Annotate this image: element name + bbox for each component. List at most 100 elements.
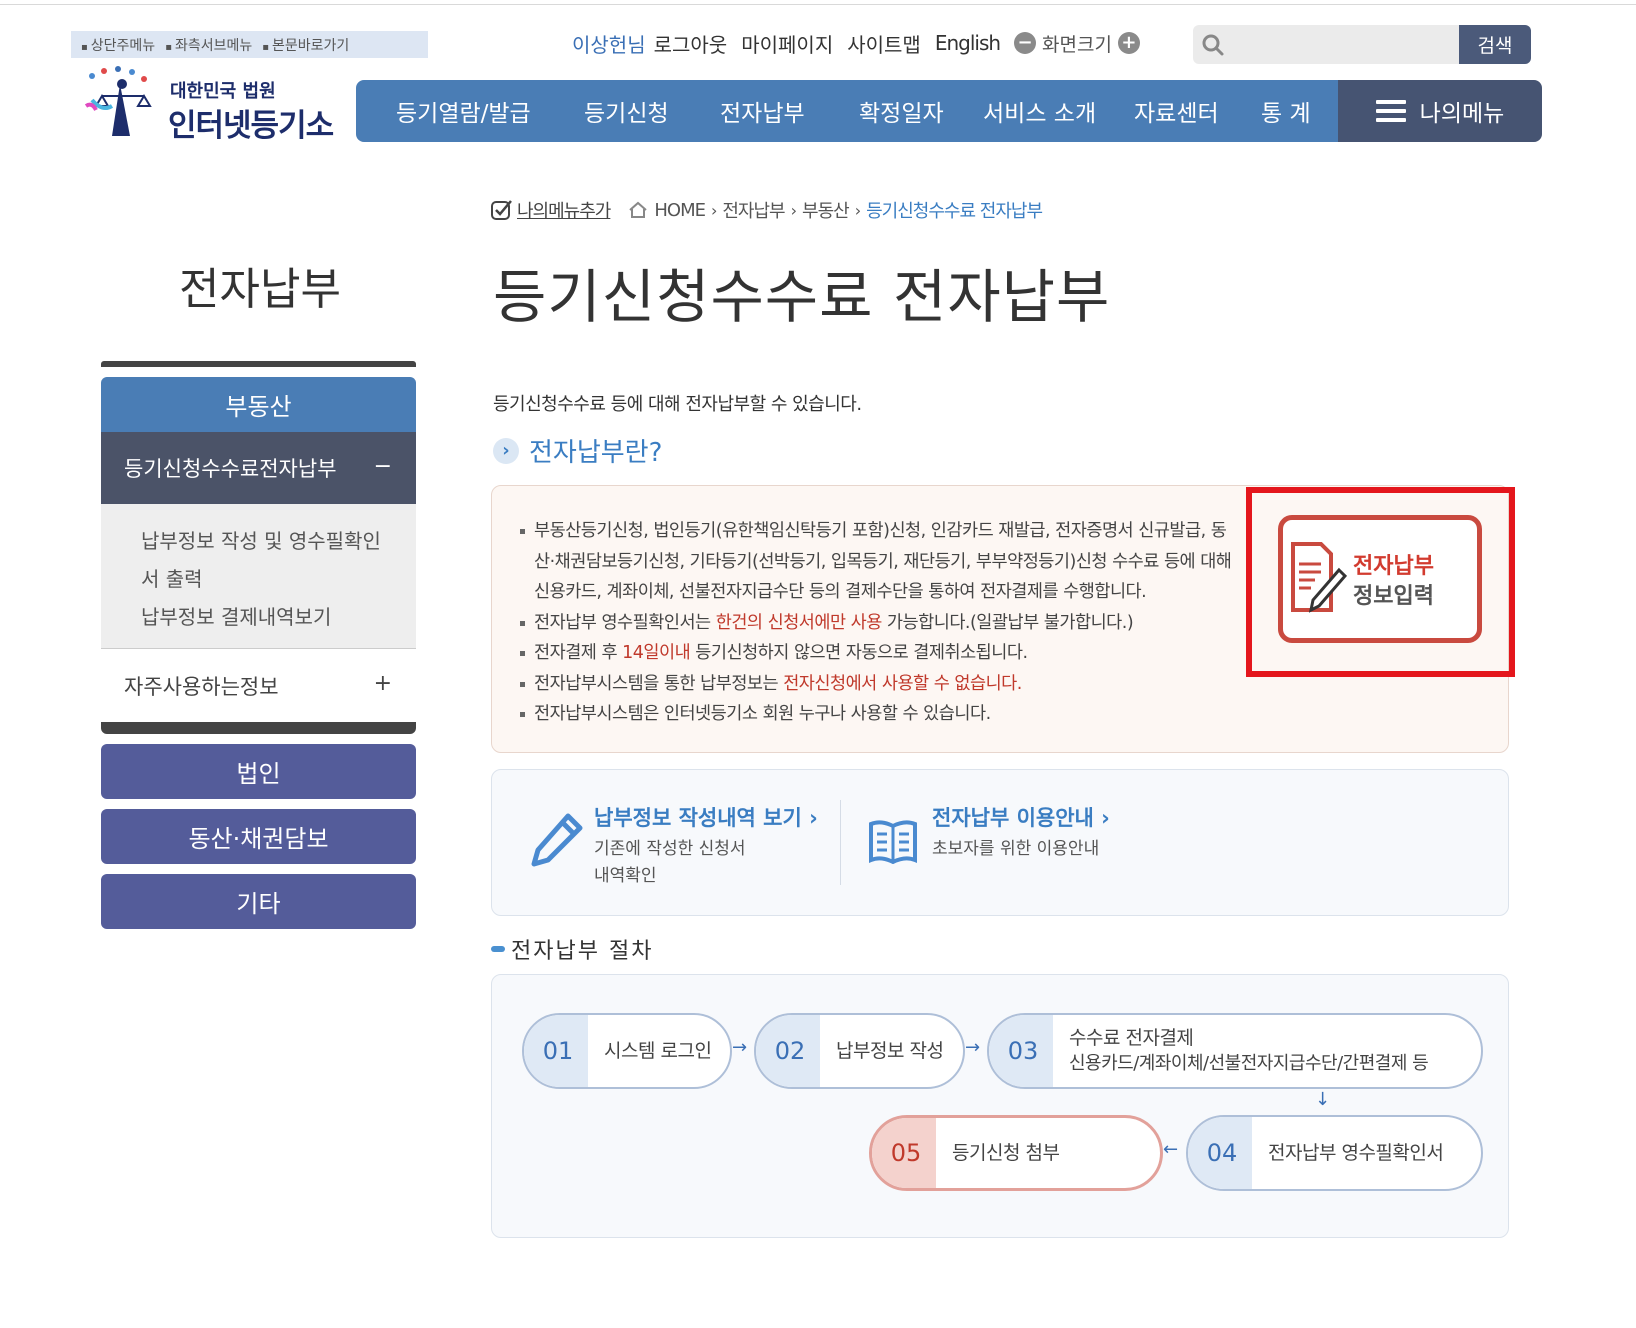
heading-bar [491,946,505,952]
step-number: 03 [989,1015,1053,1087]
skip-link-side-menu[interactable]: 좌측서브메뉴 [165,35,252,55]
zoom-out-icon[interactable]: − [1014,32,1037,54]
info-item: 전자납부시스템을 통한 납부정보는 전자신청에서 사용할 수 없습니다. [518,669,1238,700]
sidebar: 부동산 등기신청수수료전자납부 − 납부정보 작성 및 영수필확인서 출력 납부… [101,361,416,929]
gnb-item-view-issue[interactable]: 등기열람/발급 [396,94,531,128]
site-logo[interactable]: 대한민국 법원 인터넷등기소 [82,66,342,146]
chevron-right-icon: › [854,200,861,220]
link-usage-guide[interactable]: 전자납부 이용안내 › 초보자를 위한 이용안내 [932,802,1110,863]
step-label: 시스템 로그인 [604,1040,712,1062]
home-icon [629,201,648,218]
arrow-left-icon: ← [1163,1139,1179,1160]
skip-navigation: 상단주메뉴 좌측서브메뉴 본문바로가기 [71,31,428,58]
process-heading: 전자납부 절차 [491,933,653,965]
info-item: 전자결제 후 14일이내 등기신청하지 않으면 자동으로 결제취소됩니다. [518,638,1238,669]
gnb-item-data-center[interactable]: 자료센터 [1134,94,1219,128]
sitemap-link[interactable]: 사이트맵 [847,29,921,58]
chevron-right-icon: › [710,200,717,220]
sidebar-submenu: 납부정보 작성 및 영수필확인서 출력 납부정보 결제내역보기 [101,504,416,648]
gnb-item-service[interactable]: 서비스 소개 [983,94,1096,128]
submenu-item-payment-history[interactable]: 납부정보 결제내역보기 [141,598,416,636]
logo-title: 인터넷등기소 [168,108,334,144]
arrow-down-icon: ↓ [1315,1089,1331,1110]
info-list: 부동산등기신청, 법인등기(유한책임신탁등기 포함)신청, 인감카드 재발급, … [518,516,1238,730]
process-step: 02 납부정보 작성 [754,1013,965,1089]
pencil-icon [531,813,583,867]
logout-link[interactable]: 로그아웃 [654,29,728,58]
my-menu-button[interactable]: 나의메뉴 [1338,80,1542,142]
step-number: 05 [872,1118,936,1188]
book-icon [869,820,917,864]
skip-link-content[interactable]: 본문바로가기 [262,35,349,55]
collapse-icon[interactable]: − [374,454,392,479]
add-my-menu-link[interactable]: 나의메뉴추가 [491,197,611,223]
process-box: 01 시스템 로그인 → 02 납부정보 작성 → 03 수수료 전자결제 신용… [491,974,1509,1238]
epay-button-line2: 정보입력 [1353,584,1434,609]
search-input[interactable] [1233,25,1459,64]
submenu-item-write-receipt[interactable]: 납부정보 작성 및 영수필확인서 출력 [141,522,391,598]
user-name: 이상헌님 [572,32,646,57]
step-label: 납부정보 작성 [836,1040,944,1062]
sidebar-item-other[interactable]: 기타 [101,874,416,929]
divider [840,800,841,885]
mypage-link[interactable]: 마이페이지 [741,29,833,58]
zoom-label: 화면크기 [1042,33,1112,56]
breadcrumb-real-estate[interactable]: 부동산 [802,197,850,223]
zoom-control: − 화면크기 + [1014,30,1140,57]
sidebar-bottom-bar [101,722,416,734]
zoom-in-icon[interactable]: + [1117,32,1140,54]
sidebar-item-label: 등기신청수수료전자납부 [124,457,337,481]
search-bar: 검색 [1193,25,1531,64]
process-step: 03 수수료 전자결제 신용카드/계좌이체/선불전자지급수단/간편결제 등 [987,1013,1483,1089]
link-description: 초보자를 위한 이용안내 [932,839,1100,859]
epay-button-line1: 전자납부 [1353,554,1434,579]
step-label: 수수료 전자결제 신용카드/계좌이체/선불전자지급수단/간편결제 등 [1069,1027,1429,1074]
step-number: 01 [524,1015,588,1087]
checkbox-icon [491,200,512,220]
info-item: 전자납부시스템은 인터넷등기소 회원 누구나 사용할 수 있습니다. [518,699,1238,730]
process-step: 04 전자납부 영수필확인서 [1186,1115,1483,1191]
section-heading-label: 전자납부란? [529,438,663,468]
link-payment-history[interactable]: 납부정보 작성내역 보기 › 기존에 작성한 신청서 내역확인 [594,802,818,890]
chevron-right-icon: › [790,200,797,220]
arrow-right-icon: → [732,1037,748,1058]
sidebar-item-corporation[interactable]: 법인 [101,744,416,799]
my-menu-label: 나의메뉴 [1419,101,1505,127]
sidebar-item-movable-collateral[interactable]: 동산·채권담보 [101,809,416,864]
top-border [0,4,1636,5]
court-emblem-icon [84,66,152,136]
expand-icon[interactable]: + [374,671,392,696]
gnb-item-stats[interactable]: 통 계 [1261,94,1311,128]
search-icon [1193,25,1233,64]
process-step: 05 등기신청 첨부 [869,1115,1163,1191]
info-item: 전자납부 영수필확인서는 한건의 신청서에만 사용 가능합니다.(일괄납부 불가… [518,608,1238,639]
gnb-item-fixed-date[interactable]: 확정일자 [859,94,944,128]
process-step: 01 시스템 로그인 [522,1013,732,1089]
sidebar-item-frequent-info[interactable]: 자주사용하는정보 + [101,648,416,722]
sidebar-item-fee-epay[interactable]: 등기신청수수료전자납부 − [101,432,416,504]
main-navigation: 등기열람/발급 등기신청 전자납부 확정일자 서비스 소개 자료센터 통 계 [356,80,1341,142]
info-item: 부동산등기신청, 법인등기(유한책임신탁등기 포함)신청, 인감카드 재발급, … [518,516,1238,608]
gnb-item-epay[interactable]: 전자납부 [720,94,805,128]
sidebar-title: 전자납부 [179,264,341,315]
document-pen-icon [1291,542,1348,613]
sidebar-top-bar [101,361,416,367]
utility-bar: 이상헌님 로그아웃 마이페이지 사이트맵 English − 화면크기 + [572,28,1140,58]
breadcrumb-home[interactable]: HOME [654,200,706,221]
english-link[interactable]: English [935,31,1001,55]
quick-links: 납부정보 작성내역 보기 › 기존에 작성한 신청서 내역확인 전자납부 이용안… [491,769,1509,916]
page-title: 등기신청수수료 전자납부 [493,263,1111,331]
step-label: 전자납부 영수필확인서 [1268,1142,1444,1164]
gnb-item-apply[interactable]: 등기신청 [584,94,669,128]
skip-link-top-menu[interactable]: 상단주메뉴 [81,35,155,55]
link-title: 납부정보 작성내역 보기 › [594,806,818,830]
step-number: 02 [756,1015,820,1087]
step-label: 등기신청 첨부 [952,1142,1060,1164]
step-number: 04 [1188,1117,1252,1189]
breadcrumb-epay[interactable]: 전자납부 [722,197,785,223]
search-button[interactable]: 검색 [1459,25,1531,64]
hamburger-icon [1375,100,1406,122]
epay-input-button[interactable]: 전자납부 정보입력 [1278,515,1482,643]
sidebar-item-real-estate[interactable]: 부동산 [101,377,416,432]
link-description: 기존에 작성한 신청서 내역확인 [594,839,746,886]
